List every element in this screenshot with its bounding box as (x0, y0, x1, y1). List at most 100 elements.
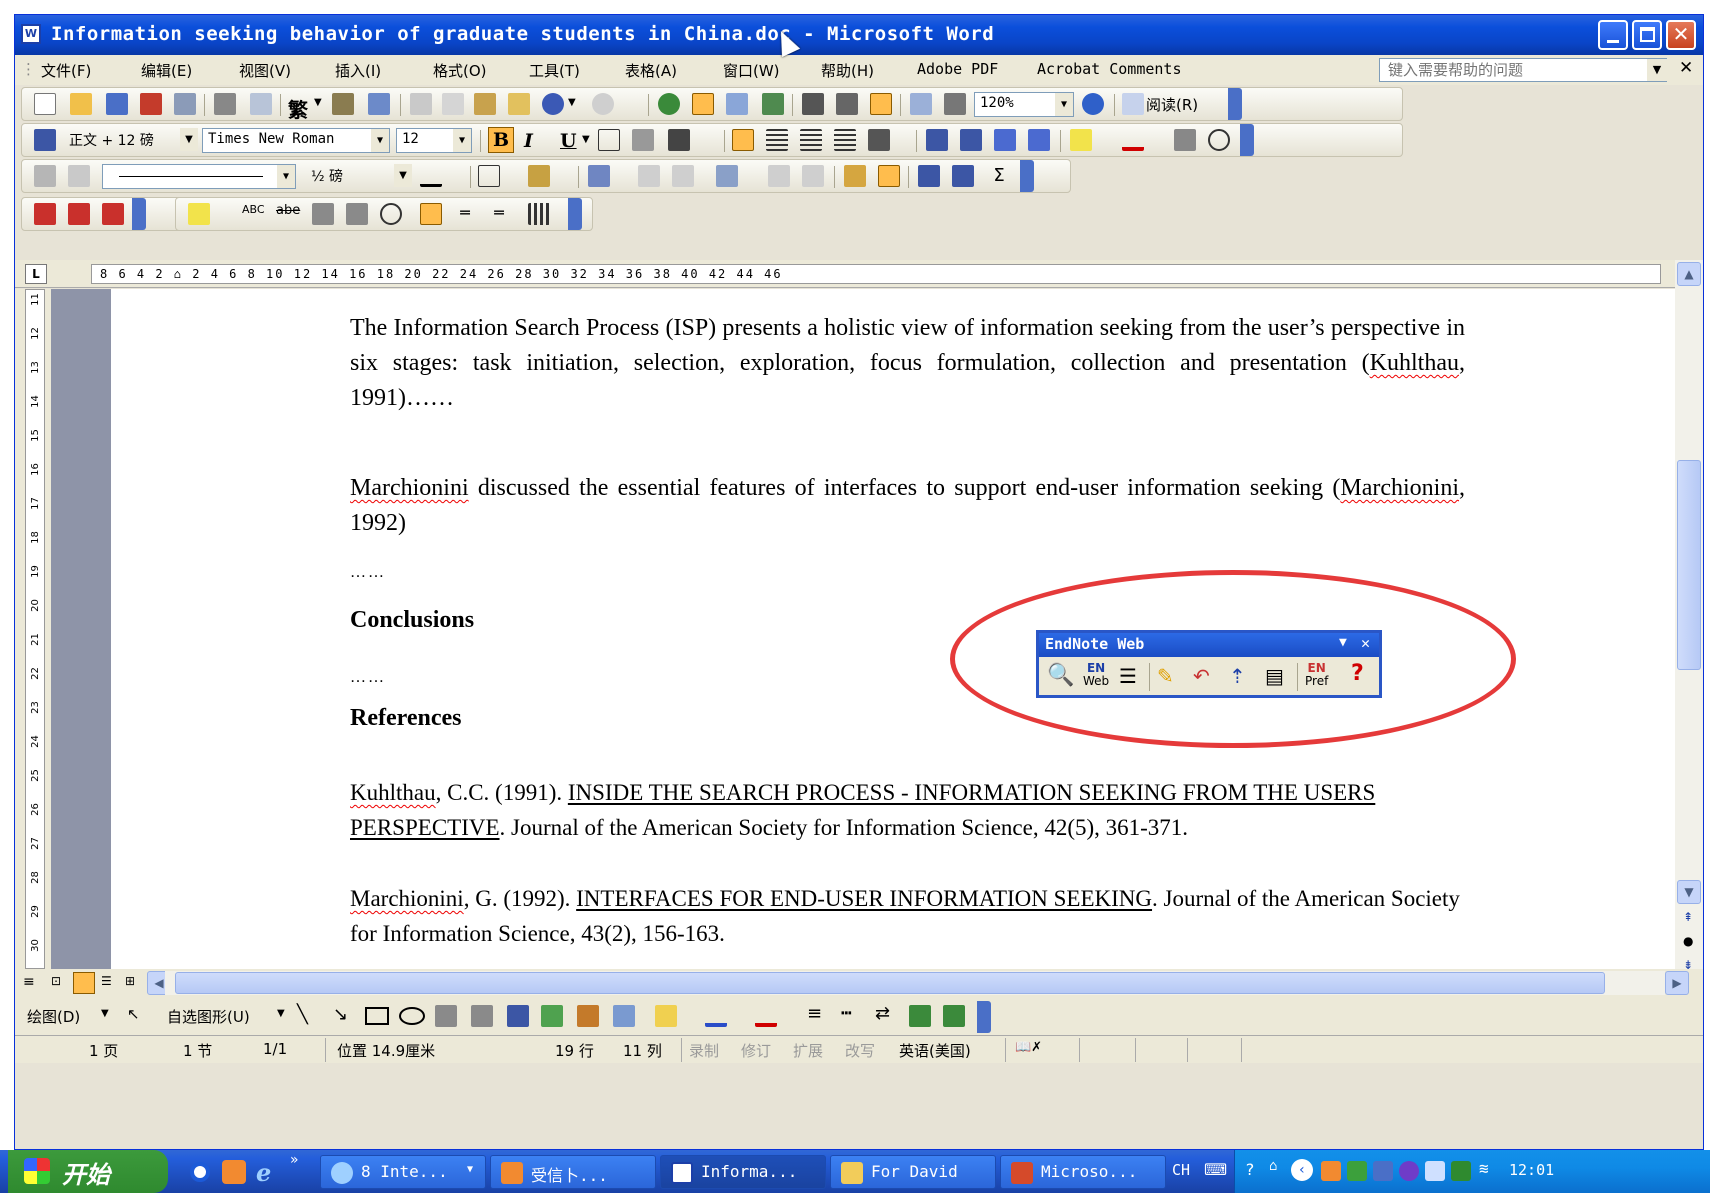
horizontal-scroll-thumb[interactable] (175, 972, 1605, 994)
line-tool-icon[interactable]: ╲ (297, 1004, 308, 1025)
endnote-web-toolbar[interactable]: EndNote Web ▼ ✕ 🔍 EN Web ☰ ✎ ↶ ⇡ ▤ EN Pref… (1036, 630, 1382, 698)
increase-indent-icon[interactable] (1028, 129, 1050, 151)
menu-acrobat-comments[interactable]: Acrobat Comments (1037, 60, 1182, 78)
draw-menu-button[interactable]: 绘图(D) (27, 1006, 80, 1027)
chevron-down-icon[interactable]: ▼ (371, 129, 389, 152)
combine-chars-icon[interactable] (346, 203, 368, 225)
toolbar-options-icon[interactable] (1228, 88, 1242, 120)
conclusions-heading[interactable]: Conclusions (350, 607, 474, 634)
font-size-combo[interactable]: 12 ▼ (396, 128, 472, 153)
diagram-icon[interactable] (541, 1005, 563, 1027)
close-button[interactable]: ✕ (1666, 20, 1696, 50)
sort-ascending-icon[interactable] (918, 165, 940, 187)
line-style-icon[interactable] (420, 203, 442, 225)
menu-help[interactable]: 帮助(H) (821, 60, 874, 81)
select-objects-icon[interactable]: ↖ (127, 1005, 140, 1023)
task-messenger[interactable]: 受信卜... (490, 1155, 656, 1189)
print-layout-view-icon[interactable] (73, 972, 95, 994)
insert-table-grid-icon[interactable] (588, 165, 610, 187)
line-spacing-icon[interactable] (868, 129, 890, 151)
dash-style-icon[interactable]: ┅ (841, 1003, 852, 1024)
distributed-icon[interactable] (834, 129, 856, 151)
align-center-icon[interactable] (766, 129, 788, 151)
ie-quicklaunch-icon[interactable]: e (256, 1158, 271, 1187)
document-map-icon[interactable] (870, 93, 892, 115)
distribute-columns-icon[interactable] (802, 165, 824, 187)
menu-edit[interactable]: 编辑(E) (141, 60, 192, 81)
spelling-icon[interactable]: ABC (242, 203, 265, 225)
endnote-help-icon[interactable]: ? (1351, 661, 1364, 686)
sort-descending-icon[interactable] (952, 165, 974, 187)
bullets-icon[interactable] (960, 129, 982, 151)
chevron-down-icon[interactable]: ▼ (314, 97, 322, 108)
marchionini-paragraph[interactable]: Marchionini discussed the essential feat… (350, 471, 1465, 541)
border-color-icon[interactable] (420, 165, 442, 187)
ime-tray-icon[interactable]: ⌂ (1269, 1158, 1277, 1174)
email-icon[interactable] (174, 93, 196, 115)
start-button[interactable]: 开始 (8, 1150, 168, 1193)
distribute-rows-icon[interactable] (768, 165, 790, 187)
document-close-icon[interactable]: ✕ (1679, 58, 1693, 78)
undo-icon[interactable] (542, 93, 564, 115)
rectangle-tool-icon[interactable] (365, 1007, 389, 1025)
font-color-icon[interactable] (755, 1005, 777, 1027)
char-border-icon[interactable] (598, 129, 620, 151)
shadow-style-icon[interactable] (909, 1005, 931, 1027)
traditional-chinese-button[interactable]: 繁 (288, 94, 308, 123)
status-overtype[interactable]: 改写 (845, 1040, 875, 1061)
align-right-icon[interactable] (800, 129, 822, 151)
outline-view-icon[interactable]: ☰ (101, 974, 112, 988)
bold-button[interactable]: B (488, 127, 514, 153)
reference-marchionini[interactable]: Marchionini, G. (1992). INTERFACES FOR E… (350, 881, 1465, 951)
read-mode-button[interactable]: 阅读(R) (1146, 94, 1198, 115)
help-tray-icon[interactable]: ? (1245, 1160, 1255, 1179)
line-style-icon[interactable]: ≡ (807, 1003, 822, 1024)
line-weight-combo[interactable]: ½ 磅 ▼ (306, 164, 412, 189)
scroll-right-icon[interactable]: ▶ (1665, 971, 1689, 995)
horizontal-ruler[interactable]: L 8 6 4 2 ⌂ 2 4 6 8 10 12 14 16 18 20 22… (15, 260, 1675, 288)
columns-icon[interactable] (802, 93, 824, 115)
draw-table-icon[interactable] (34, 165, 56, 187)
word-app-icon[interactable]: W (21, 24, 41, 44)
task-microsoft[interactable]: Microso... (1000, 1155, 1166, 1189)
security-tray-icon[interactable] (1451, 1161, 1471, 1181)
chevron-down-icon[interactable]: ▼ (1055, 93, 1073, 116)
menu-view[interactable]: 视图(V) (239, 60, 291, 81)
redo-icon[interactable] (592, 93, 614, 115)
show-hide-icon[interactable] (910, 93, 932, 115)
ruler-scale[interactable]: 8 6 4 2 ⌂ 2 4 6 8 10 12 14 16 18 20 22 2… (91, 264, 1661, 284)
chevron-down-icon[interactable]: ▼ (394, 164, 412, 187)
select-browse-object-icon[interactable]: ● (1683, 934, 1693, 948)
go-to-endnote-web-button[interactable]: EN Web (1083, 662, 1109, 688)
double-line-alt-icon[interactable]: ═ (488, 203, 510, 225)
reading-view-icon[interactable]: ⊞ (125, 974, 135, 988)
cell-align-icon[interactable] (716, 165, 738, 187)
hyperlink-icon[interactable] (658, 93, 680, 115)
status-position[interactable]: 位置 14.9厘米 (337, 1040, 435, 1061)
insert-selected-citations-icon[interactable]: ☰ (1119, 664, 1137, 688)
zoom-combo[interactable]: 120% ▼ (974, 92, 1074, 117)
style-combo[interactable]: 正文 + 12 磅 ▼ (64, 128, 198, 153)
read-mode-icon[interactable] (1122, 93, 1144, 115)
tables-borders-icon[interactable] (692, 93, 714, 115)
status-pages[interactable]: 1/1 (263, 1040, 287, 1058)
status-language[interactable]: 英语(美国) (899, 1040, 971, 1061)
pdf-review-icon[interactable] (102, 203, 124, 225)
highlight-icon[interactable] (1070, 129, 1092, 151)
tray-app-icon-2[interactable] (1347, 1161, 1367, 1181)
text-box-icon[interactable] (435, 1005, 457, 1027)
status-section[interactable]: 1 节 (183, 1040, 212, 1061)
wordart-icon[interactable] (507, 1005, 529, 1027)
print-preview-icon[interactable] (250, 93, 272, 115)
research-icon[interactable] (368, 93, 390, 115)
previous-page-icon[interactable]: ⇞ (1683, 910, 1693, 924)
horizontal-scrollbar[interactable] (165, 971, 1665, 995)
references-heading[interactable]: References (350, 705, 462, 732)
fill-color-icon[interactable] (655, 1005, 677, 1027)
chevron-down-icon[interactable]: ▼ (277, 165, 295, 188)
eraser-icon[interactable] (68, 165, 90, 187)
format-painter-icon[interactable] (508, 93, 530, 115)
chevron-down-icon[interactable]: ▼ (101, 1008, 109, 1019)
task-internet-explorer[interactable]: 8 Inte... ▼ (320, 1155, 486, 1189)
normal-view-icon[interactable]: ≡ (23, 974, 35, 990)
